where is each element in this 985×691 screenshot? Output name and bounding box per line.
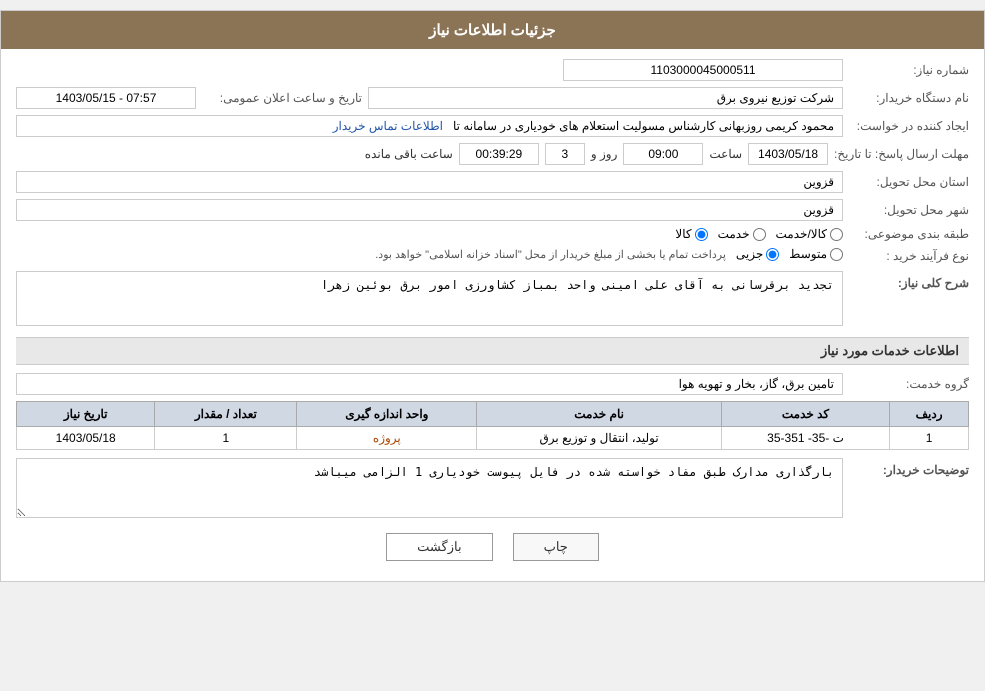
- category-khadamat-item[interactable]: خدمت: [718, 227, 766, 241]
- process-description: پرداخت تمام یا بخشی از مبلغ خریدار از مح…: [375, 248, 726, 261]
- category-kala-label: کالا: [675, 227, 691, 241]
- description-label: شرح کلی نیاز:: [849, 271, 969, 290]
- process-jozii-radio[interactable]: [766, 248, 779, 261]
- need-number-row: شماره نیاز: 1103000045000511: [16, 59, 969, 81]
- process-motavaset-radio[interactable]: [830, 248, 843, 261]
- category-kala-khadamat-label: کالا/خدمت: [776, 227, 827, 241]
- services-table: ردیف کد خدمت نام خدمت واحد اندازه گیری ت…: [16, 401, 969, 450]
- province-row: استان محل تحویل: قزوین: [16, 171, 969, 193]
- process-row: نوع فرآیند خرید : متوسط جزیی پرداخت تمام…: [16, 247, 969, 265]
- category-row: طبقه بندی موضوعی: کالا/خدمت خدمت کالا: [16, 227, 969, 241]
- category-kala-radio[interactable]: [695, 228, 708, 241]
- datetime-label: تاریخ و ساعت اعلان عمومی:: [202, 91, 362, 105]
- buyer-notes-label: توضیحات خریدار:: [849, 458, 969, 477]
- deadline-label: مهلت ارسال پاسخ: تا تاریخ:: [834, 147, 969, 161]
- cell-date: 1403/05/18: [17, 427, 155, 450]
- process-motavaset-label: متوسط: [789, 247, 827, 261]
- print-button[interactable]: چاپ: [513, 533, 599, 561]
- category-kala-khadamat-radio[interactable]: [830, 228, 843, 241]
- content-area: شماره نیاز: 1103000045000511 نام دستگاه …: [1, 49, 984, 581]
- device-name-row: نام دستگاه خریدار: شرکت توزیع نیروی برق …: [16, 87, 969, 109]
- deadline-time-label: ساعت: [709, 147, 742, 161]
- process-motavaset-item[interactable]: متوسط: [789, 247, 843, 261]
- col-qty: تعداد / مقدار: [155, 402, 297, 427]
- deadline-date: 1403/05/18: [748, 143, 828, 165]
- creator-label: ایجاد کننده در خواست:: [849, 119, 969, 133]
- buttons-row: چاپ بازگشت: [16, 533, 969, 561]
- buyer-notes-container: [16, 458, 843, 521]
- need-number-label: شماره نیاز:: [849, 63, 969, 77]
- deadline-remaining: 00:39:29: [459, 143, 539, 165]
- description-textarea[interactable]: [16, 271, 843, 326]
- device-name-value: شرکت توزیع نیروی برق: [368, 87, 843, 109]
- cell-unit: پروژه: [297, 427, 477, 450]
- process-label: نوع فرآیند خرید :: [849, 249, 969, 263]
- datetime-value: 1403/05/15 - 07:57: [16, 87, 196, 109]
- category-kala-item[interactable]: کالا: [675, 227, 707, 241]
- service-group-label: گروه خدمت:: [849, 377, 969, 391]
- col-code: کد خدمت: [721, 402, 889, 427]
- col-row-num: ردیف: [890, 402, 969, 427]
- back-button[interactable]: بازگشت: [386, 533, 492, 561]
- description-section: شرح کلی نیاز:: [16, 271, 969, 329]
- process-jozii-item[interactable]: جزیی: [736, 247, 779, 261]
- cell-name: تولید، انتقال و توزیع برق: [477, 427, 722, 450]
- city-label: شهر محل تحویل:: [849, 203, 969, 217]
- cell-qty: 1: [155, 427, 297, 450]
- description-container: [16, 271, 843, 329]
- process-radio-group: متوسط جزیی پرداخت تمام یا بخشی از مبلغ خ…: [375, 247, 843, 261]
- col-unit: واحد اندازه گیری: [297, 402, 477, 427]
- cell-row-num: 1: [890, 427, 969, 450]
- category-label: طبقه بندی موضوعی:: [849, 227, 969, 241]
- deadline-days: 3: [545, 143, 585, 165]
- category-khadamat-label: خدمت: [718, 227, 750, 241]
- deadline-remaining-label: ساعت باقی مانده: [365, 147, 453, 161]
- process-jozii-label: جزیی: [736, 247, 763, 261]
- city-value: قزوین: [16, 199, 843, 221]
- page-title: جزئیات اطلاعات نیاز: [1, 11, 984, 49]
- creator-value: محمود کریمی روزبهانی کارشناس مسولیت استع…: [16, 115, 843, 137]
- services-section-title: اطلاعات خدمات مورد نیاز: [16, 337, 969, 365]
- service-group-value: تامین برق، گاز، بخار و تهویه هوا: [16, 373, 843, 395]
- device-name-label: نام دستگاه خریدار:: [849, 91, 969, 105]
- province-value: قزوین: [16, 171, 843, 193]
- category-khadamat-radio[interactable]: [753, 228, 766, 241]
- creator-link[interactable]: اطلاعات تماس خریدار: [333, 119, 443, 133]
- deadline-row: مهلت ارسال پاسخ: تا تاریخ: 1403/05/18 سا…: [16, 143, 969, 165]
- buyer-notes-section: توضیحات خریدار:: [16, 458, 969, 521]
- cell-code: ت -35- 351-35: [721, 427, 889, 450]
- col-name: نام خدمت: [477, 402, 722, 427]
- buyer-notes-textarea[interactable]: [16, 458, 843, 518]
- table-row: 1 ت -35- 351-35 تولید، انتقال و توزیع بر…: [17, 427, 969, 450]
- creator-row: ایجاد کننده در خواست: محمود کریمی روزبها…: [16, 115, 969, 137]
- page-wrapper: جزئیات اطلاعات نیاز شماره نیاز: 11030000…: [0, 10, 985, 582]
- service-group-row: گروه خدمت: تامین برق، گاز، بخار و تهویه …: [16, 373, 969, 395]
- deadline-time: 09:00: [623, 143, 703, 165]
- creator-text: محمود کریمی روزبهانی کارشناس مسولیت استع…: [453, 119, 834, 133]
- deadline-day-label: روز و: [591, 147, 618, 161]
- col-date: تاریخ نیاز: [17, 402, 155, 427]
- province-label: استان محل تحویل:: [849, 175, 969, 189]
- need-number-value: 1103000045000511: [563, 59, 843, 81]
- city-row: شهر محل تحویل: قزوین: [16, 199, 969, 221]
- category-kala-khadamat-item[interactable]: کالا/خدمت: [776, 227, 843, 241]
- category-radio-group: کالا/خدمت خدمت کالا: [675, 227, 843, 241]
